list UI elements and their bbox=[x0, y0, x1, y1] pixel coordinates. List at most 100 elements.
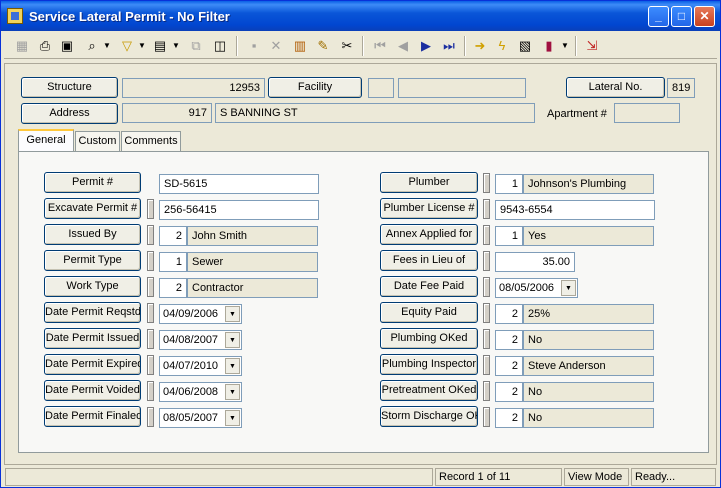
equity-paid-button[interactable]: Equity Paid bbox=[380, 302, 478, 323]
field-gripper[interactable] bbox=[147, 407, 154, 427]
fees-button[interactable]: Fees in Lieu of bbox=[380, 250, 478, 271]
print-preview-icon[interactable]: ▣ bbox=[57, 36, 77, 56]
copy-record-icon[interactable]: ⧉ bbox=[186, 36, 206, 56]
equity-paid-code[interactable]: 2 bbox=[495, 304, 523, 324]
permit-type-button[interactable]: Permit Type bbox=[44, 250, 141, 271]
date-fee-paid-picker[interactable]: 08/05/2006 ▼ bbox=[495, 278, 578, 298]
work-type-button[interactable]: Work Type bbox=[44, 276, 141, 297]
lateral-button[interactable]: Lateral No. bbox=[566, 77, 665, 98]
field-gripper[interactable] bbox=[147, 199, 154, 219]
field-gripper[interactable] bbox=[147, 225, 154, 245]
filter-dropdown-icon[interactable]: ▼ bbox=[138, 36, 146, 56]
pencil-icon[interactable]: ✎ bbox=[313, 36, 333, 56]
filter-icon[interactable]: ▽ bbox=[117, 36, 137, 56]
chevron-down-icon[interactable]: ▼ bbox=[225, 332, 240, 348]
excavate-permit-button[interactable]: Excavate Permit # bbox=[44, 198, 141, 219]
plumber-code[interactable]: 1 bbox=[495, 174, 523, 194]
date-reqstd-button[interactable]: Date Permit Reqstd bbox=[44, 302, 141, 323]
next-record-icon[interactable]: ▶ bbox=[416, 36, 436, 56]
previous-record-icon[interactable]: ◀ bbox=[393, 36, 413, 56]
field-gripper[interactable] bbox=[483, 277, 490, 297]
field-gripper[interactable] bbox=[147, 303, 154, 323]
date-fee-paid-button[interactable]: Date Fee Paid bbox=[380, 276, 478, 297]
field-gripper[interactable] bbox=[483, 329, 490, 349]
binoculars-dropdown-icon[interactable]: ▼ bbox=[103, 36, 111, 56]
chevron-down-icon[interactable]: ▼ bbox=[225, 384, 240, 400]
save-icon[interactable]: ▪ bbox=[244, 36, 264, 56]
field-gripper[interactable] bbox=[483, 355, 490, 375]
annex-code[interactable]: 1 bbox=[495, 226, 523, 246]
title-bar[interactable]: Service Lateral Permit - No Filter _ □ ✕ bbox=[1, 1, 720, 31]
book-dropdown-icon[interactable]: ▼ bbox=[561, 36, 569, 56]
book-icon[interactable]: ▮ bbox=[539, 36, 559, 56]
plumber-license-input[interactable]: 9543-6554 bbox=[495, 200, 655, 220]
field-gripper[interactable] bbox=[483, 407, 490, 427]
field-gripper[interactable] bbox=[483, 381, 490, 401]
issued-by-button[interactable]: Issued By bbox=[44, 224, 141, 245]
field-gripper[interactable] bbox=[483, 251, 490, 271]
chevron-down-icon[interactable]: ▼ bbox=[561, 280, 576, 296]
date-issued-picker[interactable]: 04/08/2007 ▼ bbox=[159, 330, 242, 350]
field-gripper[interactable] bbox=[483, 303, 490, 323]
binoculars-icon[interactable]: ⌕ bbox=[82, 36, 102, 56]
close-button[interactable]: ✕ bbox=[694, 6, 715, 27]
plumbing-inspector-button[interactable]: Plumbing Inspector bbox=[380, 354, 478, 375]
tab-comments[interactable]: Comments bbox=[121, 131, 181, 151]
field-gripper[interactable] bbox=[483, 199, 490, 219]
print-icon[interactable]: ⎙ bbox=[35, 36, 55, 56]
annex-button[interactable]: Annex Applied for bbox=[380, 224, 478, 245]
storm-discharge-button[interactable]: Storm Discharge OK bbox=[380, 406, 478, 427]
date-voided-picker[interactable]: 04/06/2008 ▼ bbox=[159, 382, 242, 402]
plumber-license-button[interactable]: Plumber License # bbox=[380, 198, 478, 219]
minimize-button[interactable]: _ bbox=[648, 6, 669, 27]
last-record-icon[interactable]: ⏭ bbox=[439, 36, 459, 56]
delete-icon[interactable]: ✕ bbox=[266, 36, 286, 56]
tab-custom[interactable]: Custom bbox=[75, 131, 120, 151]
gallery-icon[interactable]: ▧ bbox=[515, 36, 535, 56]
plumber-button[interactable]: Plumber bbox=[380, 172, 478, 193]
structure-button[interactable]: Structure bbox=[21, 77, 118, 98]
excavate-permit-input[interactable]: 256-56415 bbox=[159, 200, 319, 220]
clone-icon[interactable]: ◫ bbox=[210, 36, 230, 56]
field-gripper[interactable] bbox=[147, 251, 154, 271]
lightning-icon[interactable]: ϟ bbox=[492, 36, 512, 56]
date-finaled-button[interactable]: Date Permit Finaled bbox=[44, 406, 141, 427]
address-button[interactable]: Address bbox=[21, 103, 118, 124]
field-gripper[interactable] bbox=[483, 173, 490, 193]
field-gripper[interactable] bbox=[147, 329, 154, 349]
permit-type-code[interactable]: 1 bbox=[159, 252, 187, 272]
pretreatment-oked-code[interactable]: 2 bbox=[495, 382, 523, 402]
facility-button[interactable]: Facility bbox=[268, 77, 362, 98]
chevron-down-icon[interactable]: ▼ bbox=[225, 306, 240, 322]
chevron-down-icon[interactable]: ▼ bbox=[225, 410, 240, 426]
field-gripper[interactable] bbox=[147, 381, 154, 401]
chevron-down-icon[interactable]: ▼ bbox=[225, 358, 240, 374]
permit-no-button[interactable]: Permit # bbox=[44, 172, 141, 193]
books-icon[interactable]: ▥ bbox=[290, 36, 310, 56]
date-reqstd-picker[interactable]: 04/09/2006 ▼ bbox=[159, 304, 242, 324]
storm-discharge-code[interactable]: 2 bbox=[495, 408, 523, 428]
plumbing-inspector-code[interactable]: 2 bbox=[495, 356, 523, 376]
field-gripper[interactable] bbox=[147, 277, 154, 297]
plumbing-oked-button[interactable]: Plumbing OKed bbox=[380, 328, 478, 349]
exit-icon[interactable]: ⇲ bbox=[582, 36, 602, 56]
maximize-button[interactable]: □ bbox=[671, 6, 692, 27]
fees-input[interactable]: 35.00 bbox=[495, 252, 575, 272]
work-type-code[interactable]: 2 bbox=[159, 278, 187, 298]
date-finaled-picker[interactable]: 08/05/2007 ▼ bbox=[159, 408, 242, 428]
field-gripper[interactable] bbox=[147, 355, 154, 375]
date-issued-button[interactable]: Date Permit Issued bbox=[44, 328, 141, 349]
issued-by-code[interactable]: 2 bbox=[159, 226, 187, 246]
first-record-icon[interactable]: ⏮ bbox=[370, 36, 390, 56]
field-gripper[interactable] bbox=[483, 225, 490, 245]
new-record-dropdown-icon[interactable]: ▼ bbox=[172, 36, 180, 56]
plumbing-oked-code[interactable]: 2 bbox=[495, 330, 523, 350]
date-expired-picker[interactable]: 04/07/2010 ▼ bbox=[159, 356, 242, 376]
grid-icon[interactable]: ▦ bbox=[12, 36, 32, 56]
date-expired-button[interactable]: Date Permit Expired bbox=[44, 354, 141, 375]
tab-general[interactable]: General bbox=[18, 129, 74, 152]
scissors-icon[interactable]: ✂ bbox=[337, 36, 357, 56]
pretreatment-oked-button[interactable]: Pretreatment OKed bbox=[380, 380, 478, 401]
arrow-right-icon[interactable]: ➜ bbox=[470, 36, 490, 56]
permit-no-input[interactable]: SD-5615 bbox=[159, 174, 319, 194]
